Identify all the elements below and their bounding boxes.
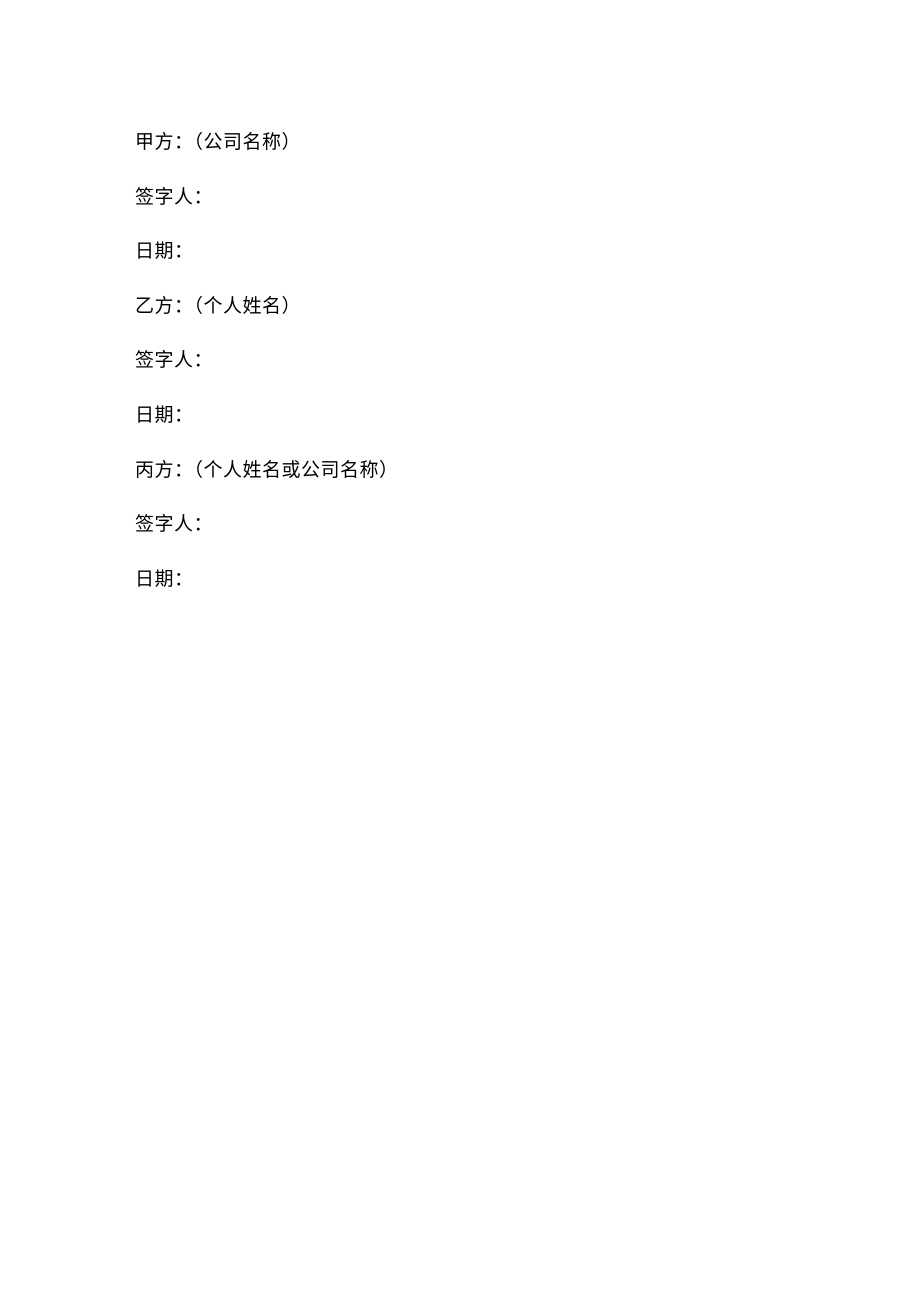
date-c-label: 日期： <box>135 567 785 594</box>
signer-c-label: 签字人： <box>135 512 785 539</box>
date-b-label: 日期： <box>135 403 785 430</box>
document-page: 甲方：（公司名称） 签字人： 日期： 乙方：（个人姓名） 签字人： 日期： 丙方… <box>0 0 920 593</box>
party-b-label: 乙方：（个人姓名） <box>135 294 785 321</box>
date-a-label: 日期： <box>135 239 785 266</box>
signer-a-label: 签字人： <box>135 185 785 212</box>
signer-b-label: 签字人： <box>135 348 785 375</box>
party-a-label: 甲方：（公司名称） <box>135 130 785 157</box>
party-c-label: 丙方：（个人姓名或公司名称） <box>135 458 785 485</box>
